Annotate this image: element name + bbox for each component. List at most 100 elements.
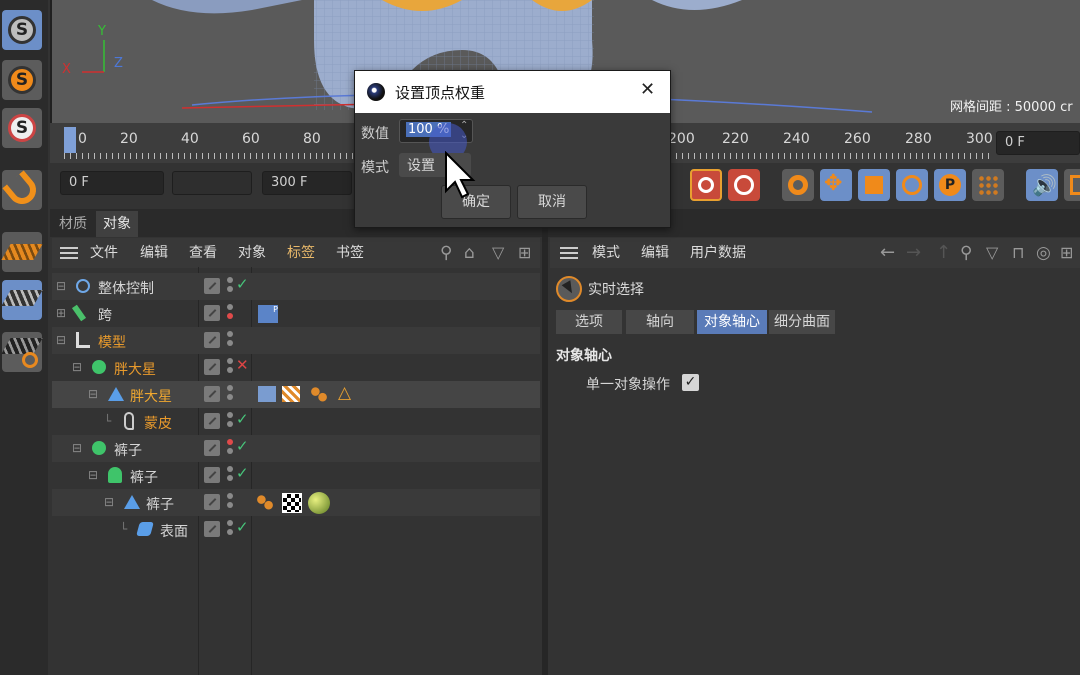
back-arrow-icon[interactable]: ←	[880, 238, 895, 268]
triangle-tag-icon[interactable]: △	[338, 383, 351, 403]
layer-toggle[interactable]	[204, 440, 220, 456]
tab-objects[interactable]: 对象	[96, 211, 138, 237]
scale-tool-button[interactable]: S	[2, 10, 42, 50]
tree-expander[interactable]: ⊟	[72, 354, 82, 381]
point-level-button[interactable]	[972, 169, 1004, 201]
object-row[interactable]: ⊟ 胖大星 ✕	[52, 354, 540, 381]
tree-expander[interactable]: ⊟	[104, 489, 114, 516]
tab-materials[interactable]: 材质	[52, 211, 94, 237]
object-row[interactable]: ⊞ 跨 P	[52, 300, 540, 327]
cancel-button[interactable]: 取消	[517, 185, 587, 219]
enabled-check-icon[interactable]: ✓	[236, 275, 249, 293]
checker-tag-icon[interactable]	[282, 386, 300, 402]
disabled-x-icon[interactable]: ✕	[236, 356, 249, 374]
visibility-dots[interactable]	[227, 385, 234, 405]
playhead[interactable]	[64, 127, 76, 153]
layer-toggle[interactable]	[204, 413, 220, 429]
enabled-check-icon[interactable]: ✓	[236, 518, 249, 536]
weight-tag-icon[interactable]	[258, 386, 276, 402]
filter-icon[interactable]: ▽	[492, 238, 504, 268]
menu-edit[interactable]: 编辑	[140, 238, 168, 268]
visibility-dots[interactable]	[227, 358, 234, 378]
enabled-check-icon[interactable]: ✓	[236, 437, 249, 455]
layer-toggle[interactable]	[204, 467, 220, 483]
filter-icon[interactable]: ▽	[986, 238, 998, 268]
range-slider[interactable]	[172, 171, 252, 195]
new-window-icon[interactable]: ⊞	[1060, 238, 1073, 268]
panel-divider[interactable]	[542, 209, 548, 675]
home-icon[interactable]: ⌂	[464, 238, 475, 268]
menu-view[interactable]: 查看	[189, 238, 217, 268]
scale-key-button[interactable]	[858, 169, 890, 201]
snap-button[interactable]	[2, 170, 42, 210]
checker-tag-icon[interactable]	[282, 493, 302, 513]
parameter-key-button[interactable]: P	[934, 169, 966, 201]
new-window-icon[interactable]: ⊞	[518, 238, 531, 268]
up-arrow-icon[interactable]: ↑	[936, 238, 951, 268]
keyframe-settings-button[interactable]	[782, 169, 814, 201]
joint-tag-icon[interactable]	[310, 386, 328, 402]
close-icon[interactable]: ✕	[640, 79, 655, 100]
forward-arrow-icon[interactable]: →	[906, 238, 921, 268]
visibility-dots[interactable]	[227, 412, 234, 432]
visibility-dots[interactable]	[227, 304, 234, 324]
attr-tab-object-axis[interactable]: 对象轴心	[697, 310, 767, 334]
scale-white-button[interactable]: S	[2, 108, 42, 148]
object-row[interactable]: ⊟ 模型	[52, 327, 540, 354]
visibility-dots[interactable]	[227, 520, 234, 540]
current-frame-field[interactable]: 0 F	[996, 131, 1080, 155]
tree-expander[interactable]: ⊟	[88, 381, 98, 408]
tag-icon[interactable]: P	[258, 305, 278, 323]
tree-expander[interactable]: ⊞	[56, 300, 66, 327]
material-ball-icon[interactable]	[308, 492, 330, 514]
layer-toggle[interactable]	[204, 359, 220, 375]
workplane-button[interactable]	[1, 232, 43, 272]
visibility-dots[interactable]	[227, 331, 234, 351]
dialog-titlebar[interactable]: 设置顶点权重 ✕	[355, 71, 670, 113]
menu-tags[interactable]: 标签	[287, 238, 315, 268]
object-row[interactable]: ⊟ 裤子 ✓	[52, 435, 540, 462]
tree-expander[interactable]: ⊟	[56, 327, 66, 354]
end-frame-field[interactable]: 300 F	[262, 171, 352, 195]
object-row[interactable]: ⊟ 裤子	[52, 489, 540, 516]
object-row[interactable]: ⊟ 整体控制 ✓	[52, 273, 540, 300]
menu-file[interactable]: 文件	[90, 238, 118, 268]
rotate-key-button[interactable]	[896, 169, 928, 201]
tree-expander[interactable]: ⊟	[56, 273, 66, 300]
layer-toggle[interactable]	[204, 332, 220, 348]
layer-toggle[interactable]	[204, 278, 220, 294]
visibility-dots[interactable]	[227, 493, 234, 513]
planar-workplane-button[interactable]	[1, 332, 43, 372]
target-icon[interactable]: ◎	[1036, 238, 1051, 268]
menu-edit[interactable]: 编辑	[641, 238, 669, 268]
layer-toggle[interactable]	[204, 494, 220, 510]
attr-tab-subdivision[interactable]: 细分曲面	[769, 310, 835, 334]
single-object-checkbox[interactable]: ✓	[682, 374, 699, 391]
visibility-dots[interactable]	[227, 439, 234, 459]
joint-tag-icon[interactable]	[256, 494, 274, 510]
menu-mode[interactable]: 模式	[592, 238, 620, 268]
move-key-button[interactable]: ✥	[820, 169, 852, 201]
menu-icon[interactable]	[560, 247, 578, 259]
object-row[interactable]: ⊟ 裤子 ✓	[52, 462, 540, 489]
record-key-button[interactable]	[690, 169, 722, 201]
enabled-check-icon[interactable]: ✓	[236, 410, 249, 428]
locked-workplane-button[interactable]	[1, 280, 43, 320]
object-row[interactable]: ⊟ 胖大星 △	[52, 381, 540, 408]
visibility-dots[interactable]	[227, 466, 234, 486]
menu-user-data[interactable]: 用户数据	[690, 238, 746, 268]
scale-orange-button[interactable]: S	[2, 60, 42, 100]
attr-tab-options[interactable]: 选项	[556, 310, 622, 334]
search-icon[interactable]: ⚲	[960, 238, 972, 268]
attr-tab-axis[interactable]: 轴向	[626, 310, 694, 334]
start-frame-field[interactable]: 0 F	[60, 171, 164, 195]
menu-icon[interactable]	[60, 247, 78, 259]
sound-button[interactable]: 🔊	[1026, 169, 1058, 201]
layer-toggle[interactable]	[204, 305, 220, 321]
lock-icon[interactable]: ⊓	[1012, 238, 1024, 268]
object-row[interactable]: └ 蒙皮 ✓	[52, 408, 540, 435]
search-icon[interactable]: ⚲	[440, 238, 452, 268]
object-row[interactable]: └ 表面 ✓	[52, 516, 540, 543]
enabled-check-icon[interactable]: ✓	[236, 464, 249, 482]
visibility-dots[interactable]	[227, 277, 234, 297]
